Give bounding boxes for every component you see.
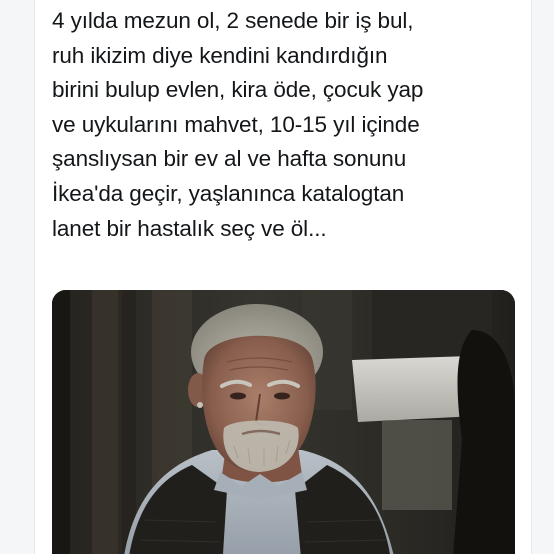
tweet-text-line: şanslıysan bir ev al ve hafta sonunu xyxy=(52,146,407,172)
tweet-text: 4 yılda mezun ol, 2 senede bir iş bul, r… xyxy=(52,4,522,246)
tweet-screenshot: 4 yılda mezun ol, 2 senede bir iş bul, r… xyxy=(0,0,554,554)
left-gutter xyxy=(0,0,35,554)
tweet-text-line: ruh ikizim diye kendini kandırdığın xyxy=(52,42,388,68)
tweet-text-line: ve uykularını mahvet, 10-15 yıl içinde xyxy=(52,111,420,137)
tweet-text-line: lanet bir hastalık seç ve öl... xyxy=(52,215,327,241)
tweet-text-line: İkea'da geçir, yaşlanınca katalogtan xyxy=(52,180,405,206)
right-gutter xyxy=(531,0,554,554)
film-still-image xyxy=(52,290,515,554)
tweet-media-photo[interactable] xyxy=(52,290,515,554)
tweet-text-line: birini bulup evlen, kira öde, çocuk yap xyxy=(52,77,424,103)
tweet-text-line: 4 yılda mezun ol, 2 senede bir iş bul, xyxy=(52,8,414,33)
